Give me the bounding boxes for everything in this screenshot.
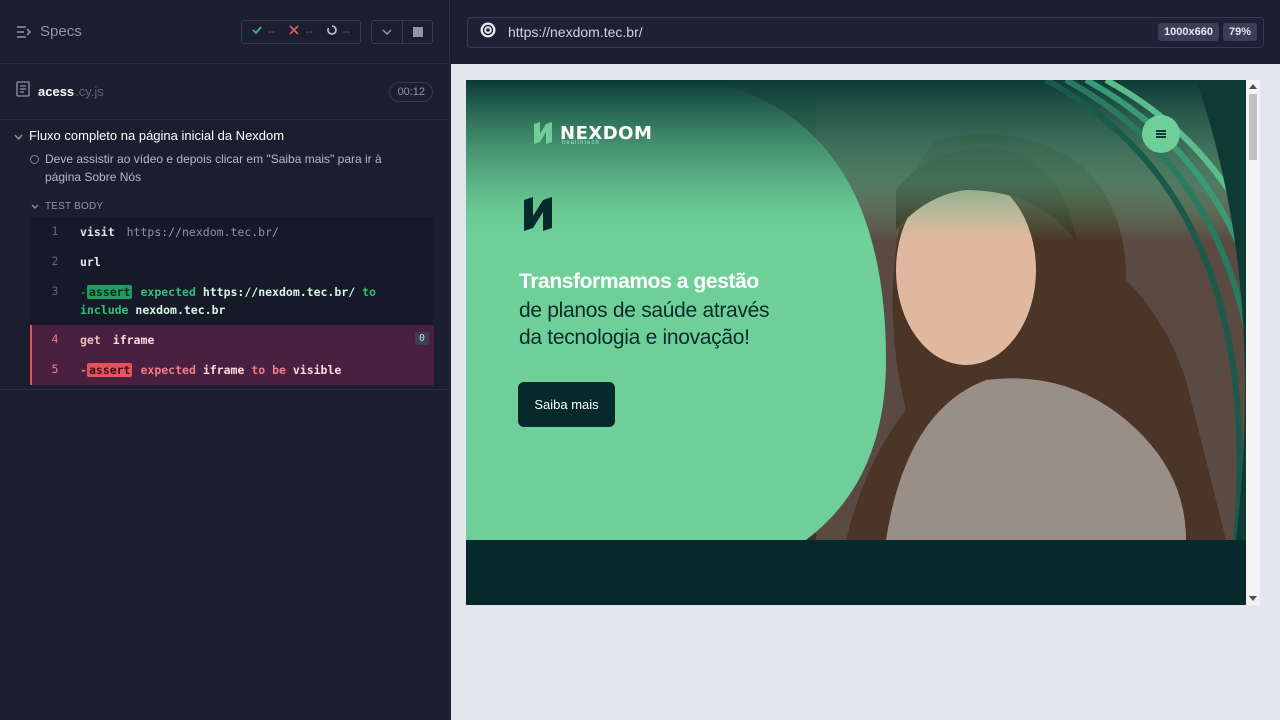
pending-icon [326,25,337,38]
running-status-icon [30,155,39,164]
specs-label: Specs [40,23,82,40]
viewport-size-badge[interactable]: 1000x660 [1158,23,1219,41]
url-text: https://nexdom.tec.br/ [508,24,643,40]
hero-headline: Transformamos a gestão [519,270,759,293]
scrollbar-thumb[interactable] [1249,94,1257,160]
assert-value: https://nexdom.tec.br/ [202,285,356,299]
divider [0,389,449,390]
assert-expected: expected [140,285,196,299]
assert-to-be: to be [251,363,286,377]
nexdom-logo-icon [534,122,552,144]
suite-title-row[interactable]: Fluxo completo na página inicial da Nexd… [0,120,449,150]
assert-to: to [362,285,376,299]
chevron-down-button[interactable] [372,21,402,43]
app-preview-panel: https://nexdom.tec.br/ 1000x660 79% NEXD… [451,0,1280,720]
command-number: 3 [51,284,59,298]
command-row[interactable]: 1 visit https://nexdom.tec.br/ [30,217,434,247]
command-row[interactable]: 3 - assert expected https://nexdom.tec.br/… [30,277,434,325]
assert-fail-badge: assert [86,363,133,377]
command-message: https://nexdom.tec.br/ [126,225,279,239]
stop-icon [412,26,423,37]
test-title: Deve assistir ao vídeo e depois clicar e… [45,152,382,184]
command-name: url [80,255,101,269]
hero-section: NEXDOM healthtech Transformamos a gestão… [466,80,1246,540]
hamburger-menu-button[interactable] [1142,115,1180,153]
command-number: 4 [51,332,59,346]
assert-value: visible [292,363,342,377]
brand-mark-icon [522,194,554,239]
command-number: 2 [51,254,59,268]
logo-subtitle: healthtech [562,140,600,146]
chevron-down-icon [382,28,392,35]
chevron-down-icon [31,201,39,212]
command-number: 1 [51,224,59,238]
test-body-toggle[interactable]: TEST BODY [0,195,449,217]
spec-file-row: acess .cy.js 00:12 [0,64,449,120]
assert-value: iframe [202,363,245,377]
specs-list-icon [16,25,32,39]
passed-count: -- [268,25,276,38]
command-row-failed[interactable]: 5 - assert expected iframe to be visible [30,355,434,385]
suite-title: Fluxo completo na página inicial da Nexd… [29,127,285,143]
command-log: 1 visit https://nexdom.tec.br/ 2 url 3 -a… [30,217,434,385]
file-icon [16,81,30,102]
chevron-down-icon [14,128,23,143]
assert-pass-badge: assert [86,285,133,299]
nexdom-logo[interactable]: NEXDOM healthtech [532,120,652,146]
assert-dash: - [80,363,87,377]
check-icon [252,25,262,38]
x-icon [289,25,299,38]
pending-count: -- [342,25,350,38]
spec-file-ext: .cy.js [75,84,104,99]
pending-stat: -- [326,25,350,38]
run-controls [371,19,433,44]
hero-subline: de planos de saúde através [519,299,770,322]
stop-button[interactable] [402,20,432,43]
hero-subline: da tecnologia e inovação! [519,326,750,349]
element-count-badge: 0 [414,332,429,345]
url-bar[interactable]: https://nexdom.tec.br/ 1000x660 79% [467,16,1264,48]
command-name: visit [80,225,115,239]
failed-count: -- [305,25,313,38]
command-row[interactable]: 2 url [30,247,434,277]
saiba-mais-button[interactable]: Saiba mais [518,382,615,427]
assert-value: nexdom.tec.br [135,303,226,317]
command-row-failed[interactable]: 4 get iframe 0 [30,325,434,355]
iframe-scrollbar[interactable] [1246,80,1260,605]
test-title-row[interactable]: Deve assistir ao vídeo e depois clicar e… [0,150,449,186]
zoom-badge: 79% [1222,23,1257,41]
menu-icon [1156,130,1166,138]
assert-dash: - [80,285,87,299]
failed-stat: -- [289,25,313,38]
scroll-down-arrow-icon[interactable] [1249,596,1257,601]
url-bar-container: https://nexdom.tec.br/ 1000x660 79% [451,0,1280,64]
selector-playground-icon[interactable] [480,22,496,43]
assert-expected: expected [140,363,196,377]
run-duration: 00:12 [389,81,433,102]
spec-file-name[interactable]: acess [38,84,74,99]
scroll-up-arrow-icon[interactable] [1249,84,1257,89]
test-body-label: TEST BODY [45,200,104,212]
command-number: 5 [51,362,59,376]
reporter-panel: Specs -- -- -- acess .cy.js 00:12 Fluxo … [0,0,450,720]
passed-stat: -- [252,25,275,38]
reporter-header: Specs -- -- -- [0,0,449,64]
hero-subheadline: de planos de saúde através da tecnologia… [519,297,770,351]
app-iframe[interactable]: NEXDOM healthtech Transformamos a gestão… [466,80,1246,605]
test-stats: -- -- -- [241,19,361,44]
command-message: iframe [112,333,155,347]
command-name: get [80,333,101,347]
specs-toggle[interactable]: Specs [16,23,82,40]
assert-include: include [80,303,129,317]
